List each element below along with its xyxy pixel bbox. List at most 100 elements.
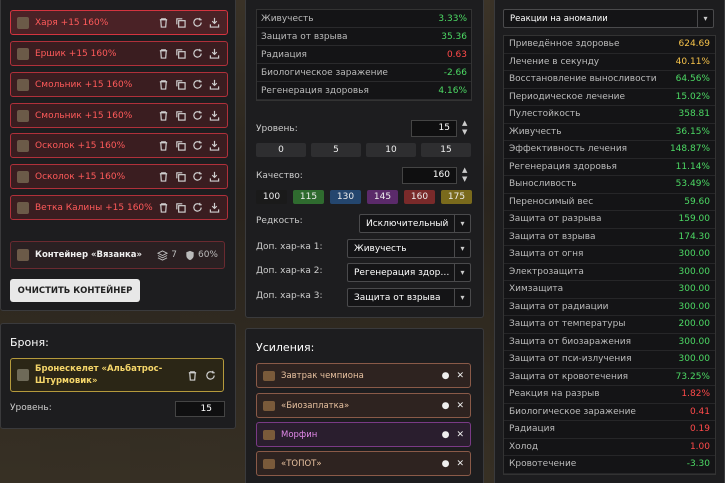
inventory-item[interactable]: Осколок +15 160%	[10, 164, 228, 189]
chevron-down-icon: ▾	[454, 215, 470, 232]
summary-row: Биологическое заражение 0.41	[504, 404, 715, 421]
trash-icon[interactable]	[185, 368, 199, 382]
refresh-icon[interactable]	[190, 78, 204, 92]
quality-preset-button[interactable]: 130	[330, 190, 361, 204]
download-icon[interactable]	[207, 109, 221, 123]
quality-preset-button[interactable]: 145	[367, 190, 398, 204]
container-row[interactable]: Контейнер «Вязанка» 7 60%	[10, 241, 225, 269]
inventory-item[interactable]: Ветка Калины +15 160%	[10, 195, 228, 220]
level-input[interactable]: 15	[411, 120, 457, 137]
inventory-item[interactable]: Осколок +15 160%	[10, 133, 228, 158]
trash-icon[interactable]	[156, 170, 170, 184]
close-icon[interactable]: ✕	[456, 430, 464, 440]
armor-icon	[17, 369, 29, 381]
eye-icon[interactable]: ●	[442, 371, 450, 381]
summary-value: 300.00	[678, 336, 711, 347]
trash-icon[interactable]	[156, 47, 170, 61]
refresh-icon[interactable]	[190, 201, 204, 215]
trash-icon[interactable]	[156, 16, 170, 30]
refresh-icon[interactable]	[190, 16, 204, 30]
armor-title: Броня:	[10, 336, 49, 349]
close-icon[interactable]: ✕	[456, 401, 464, 411]
copy-icon[interactable]	[173, 170, 187, 184]
item-name: Харя +15 160%	[35, 17, 109, 28]
summary-value: 300.00	[678, 354, 711, 365]
summary-value: 73.25%	[675, 371, 710, 382]
download-icon[interactable]	[207, 78, 221, 92]
copy-icon[interactable]	[173, 16, 187, 30]
extra1-select[interactable]: Живучесть ▾	[347, 239, 471, 258]
copy-icon[interactable]	[173, 139, 187, 153]
filter-select[interactable]: Реакции на аномалии ▾	[503, 9, 714, 28]
summary-value: 300.00	[678, 284, 711, 295]
trash-icon[interactable]	[156, 78, 170, 92]
copy-icon[interactable]	[173, 109, 187, 123]
level-preset-button[interactable]: 15	[421, 143, 471, 157]
container-icon	[17, 249, 29, 261]
quality-input[interactable]: 160	[402, 167, 457, 184]
clear-container-button[interactable]: ОЧИСТИТЬ КОНТЕЙНЕР	[10, 279, 140, 302]
extra2-select[interactable]: Регенерация здор… ▾	[347, 263, 471, 282]
summary-row: Защита от взрыва 174.30	[504, 229, 715, 246]
inventory-item[interactable]: Смольник +15 160%	[10, 72, 228, 97]
refresh-icon[interactable]	[190, 170, 204, 184]
close-icon[interactable]: ✕	[456, 371, 464, 381]
eye-icon[interactable]: ●	[442, 459, 450, 469]
copy-icon[interactable]	[173, 78, 187, 92]
boost-name: «Биозаплатка»	[281, 400, 350, 411]
refresh-icon[interactable]	[190, 109, 204, 123]
boost-icon	[263, 400, 275, 411]
quality-stepper[interactable]: ▲ ▼	[462, 166, 467, 184]
item-stat-label: Защита от взрыва	[261, 31, 348, 42]
boost-item[interactable]: Морфин ● ✕	[256, 422, 471, 447]
level-stepper[interactable]: ▲ ▼	[462, 119, 467, 137]
close-icon[interactable]: ✕	[456, 459, 464, 469]
summary-value: 0.41	[689, 406, 710, 417]
download-icon[interactable]	[207, 16, 221, 30]
summary-label: Кровотечение	[509, 459, 577, 470]
summary-row: Радиация 0.19	[504, 421, 715, 439]
rarity-select[interactable]: Исключительный ▾	[359, 214, 471, 233]
summary-label: Защита от взрыва	[509, 231, 596, 242]
refresh-icon[interactable]	[190, 47, 204, 61]
level-preset-button[interactable]: 0	[256, 143, 306, 157]
armor-item[interactable]: Бронескелет «Альбатрос-Штурмовик»	[10, 358, 224, 392]
chevron-down-icon: ▾	[454, 240, 470, 257]
inventory-item[interactable]: Ершик +15 160%	[10, 41, 228, 66]
inventory-item[interactable]: Смольник +15 160%	[10, 103, 228, 128]
eye-icon[interactable]: ●	[442, 401, 450, 411]
trash-icon[interactable]	[156, 139, 170, 153]
summary-row: Эффективность лечения 148.87%	[504, 141, 715, 159]
trash-icon[interactable]	[156, 201, 170, 215]
item-name: Смольник +15 160%	[35, 79, 133, 90]
quality-preset-button[interactable]: 175	[441, 190, 472, 204]
boost-item[interactable]: «Биозаплатка» ● ✕	[256, 393, 471, 418]
boost-item[interactable]: «ТОПОТ» ● ✕	[256, 451, 471, 476]
download-icon[interactable]	[207, 201, 221, 215]
quality-preset-button[interactable]: 100	[256, 190, 287, 204]
quality-preset-button[interactable]: 160	[404, 190, 435, 204]
summary-label: Химзащита	[509, 284, 564, 295]
summary-value: 174.30	[678, 231, 711, 242]
copy-icon[interactable]	[173, 201, 187, 215]
trash-icon[interactable]	[156, 109, 170, 123]
level-preset-button[interactable]: 10	[366, 143, 416, 157]
refresh-icon[interactable]	[190, 139, 204, 153]
download-icon[interactable]	[207, 47, 221, 61]
quality-preset-button[interactable]: 115	[293, 190, 324, 204]
summary-label: Восстановление выносливости	[509, 74, 657, 85]
extra2-label: Доп. хар-ка 2:	[256, 266, 323, 276]
boost-item[interactable]: Завтрак чемпиона ● ✕	[256, 363, 471, 388]
refresh-icon[interactable]	[203, 368, 217, 382]
copy-icon[interactable]	[173, 47, 187, 61]
summary-value: 624.69	[678, 39, 711, 50]
container-slots-value: 7	[171, 250, 177, 260]
level-preset-button[interactable]: 5	[311, 143, 361, 157]
download-icon[interactable]	[207, 139, 221, 153]
inventory-item[interactable]: Харя +15 160%	[10, 10, 228, 35]
item-stat-row: Защита от взрыва 35.36	[257, 28, 471, 46]
armor-level-input[interactable]: 15	[175, 401, 225, 417]
download-icon[interactable]	[207, 170, 221, 184]
eye-icon[interactable]: ●	[442, 430, 450, 440]
extra3-select[interactable]: Защита от взрыва ▾	[347, 288, 471, 307]
